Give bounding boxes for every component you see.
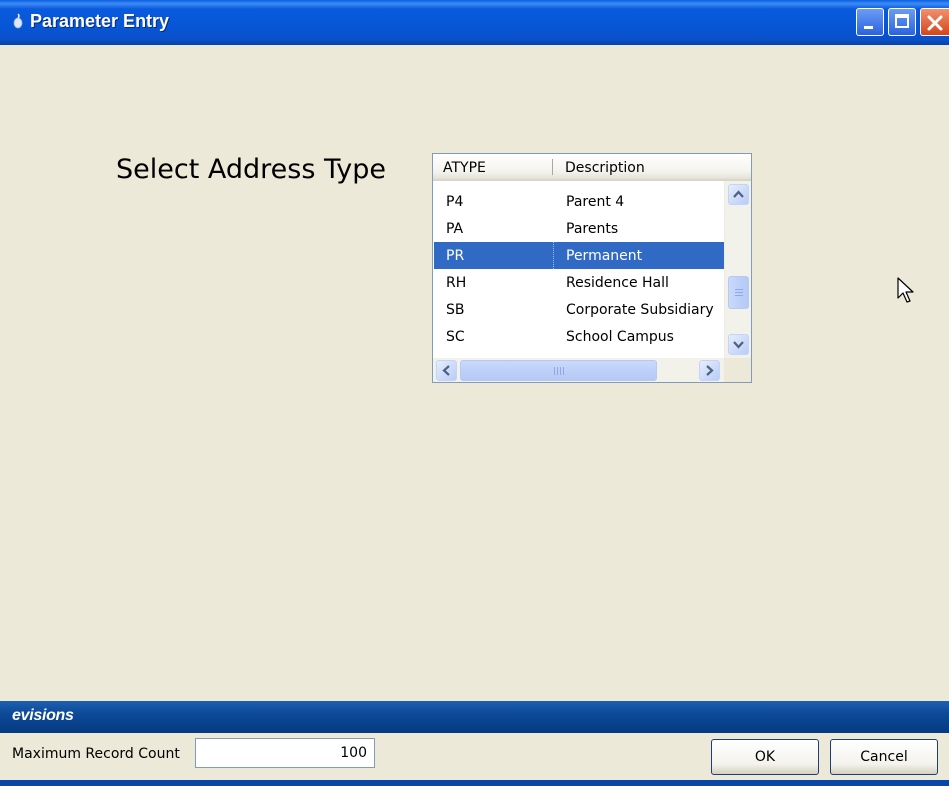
list-item-description: School Campus — [566, 329, 674, 345]
mouse-cursor-icon — [897, 277, 914, 303]
max-record-count-input[interactable] — [195, 738, 375, 768]
address-type-list[interactable]: ATYPE Description P4 Parent 4 PA Parents… — [432, 153, 752, 383]
scroll-right-icon[interactable] — [699, 360, 720, 381]
list-item-description: Permanent — [566, 248, 643, 264]
max-record-count-label: Maximum Record Count — [12, 746, 180, 762]
column-separator[interactable] — [552, 159, 553, 175]
list-item-selected[interactable]: PR Permanent — [434, 242, 724, 269]
ok-button[interactable]: OK — [711, 739, 819, 775]
title-bar[interactable]: Parameter Entry — [0, 0, 949, 45]
parameter-entry-window: Parameter Entry Select Address Type ATYP… — [0, 0, 949, 786]
list-item-code: RH — [446, 275, 467, 291]
list-item[interactable]: RH Residence Hall — [434, 269, 724, 296]
scroll-up-icon[interactable] — [728, 184, 749, 205]
vertical-scroll-thumb[interactable] — [728, 276, 749, 309]
column-header-atype[interactable]: ATYPE — [443, 160, 486, 176]
horizontal-scrollbar[interactable] — [433, 358, 724, 382]
scroll-left-icon[interactable] — [436, 360, 457, 381]
horizontal-scroll-thumb[interactable] — [460, 360, 657, 381]
close-icon[interactable] — [920, 8, 949, 36]
column-header-description[interactable]: Description — [565, 160, 645, 176]
list-item[interactable]: PA Parents — [434, 215, 724, 242]
window-bottom-border — [0, 780, 949, 786]
list-item-code: P4 — [446, 194, 464, 210]
maximize-icon[interactable] — [888, 8, 916, 36]
list-item[interactable]: SB Corporate Subsidiary — [434, 296, 724, 323]
list-item-description: Corporate Subsidiary — [566, 302, 714, 318]
scroll-down-icon[interactable] — [728, 334, 749, 355]
brand-bar: evisions — [0, 701, 949, 733]
minimize-icon[interactable] — [856, 8, 884, 36]
list-item-description: Parents — [566, 221, 619, 237]
select-address-type-label: Select Address Type — [116, 154, 386, 185]
list-body: P4 Parent 4 PA Parents PR Permanent RH R… — [433, 181, 724, 356]
list-item[interactable]: SC School Campus — [434, 323, 724, 350]
list-item-description: Parent 4 — [566, 194, 625, 210]
list-item-code: SC — [446, 329, 465, 345]
vertical-scrollbar[interactable] — [724, 181, 751, 358]
list-item-code: PA — [446, 221, 464, 237]
list-item[interactable]: P4 Parent 4 — [434, 188, 724, 215]
app-icon — [13, 13, 23, 29]
selection-divider — [553, 242, 554, 269]
list-item-code: SB — [446, 302, 465, 318]
list-header: ATYPE Description — [433, 154, 751, 181]
cancel-button[interactable]: Cancel — [830, 739, 938, 775]
scrollbar-corner — [724, 358, 751, 382]
list-item-code: PR — [446, 248, 465, 264]
list-item-description: Residence Hall — [566, 275, 669, 291]
window-title: Parameter Entry — [30, 11, 170, 31]
brand-logo: evisions — [12, 707, 74, 724]
